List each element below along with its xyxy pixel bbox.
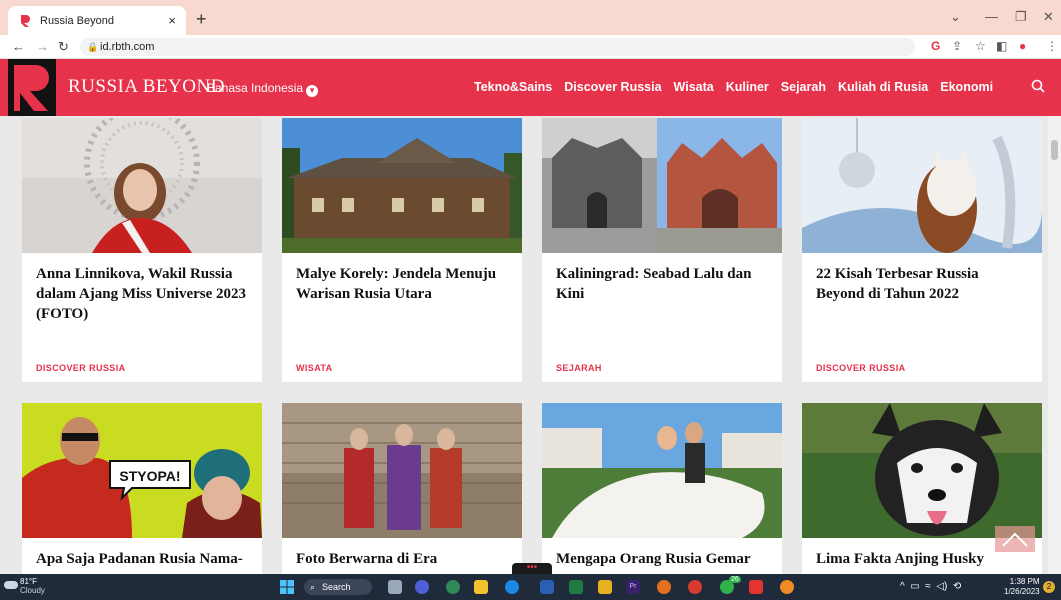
nav-item-discover-russia[interactable]: Discover Russia: [564, 80, 661, 94]
system-tray[interactable]: ^ ▭ ≈ ◁) ⟲: [900, 581, 961, 592]
article-title[interactable]: Malye Korely: Jendela Menuju Warisan Rus…: [296, 264, 510, 304]
site-logo-mark[interactable]: [8, 59, 56, 116]
article-grid: Anna Linnikova, Wakil Russia dalam Ajang…: [0, 116, 1048, 574]
chevron-up-icon: [1002, 532, 1028, 547]
article-card[interactable]: Foto Berwarna di Era: [282, 403, 522, 574]
whatsapp-badge: 26: [729, 576, 741, 583]
url-bar[interactable]: 🔒 id.rbth.com: [80, 38, 915, 56]
file-viewer-icon[interactable]: [388, 580, 402, 594]
r-logo-icon: [14, 65, 49, 111]
article-title[interactable]: Kaliningrad: Seabad Lalu dan Kini: [556, 264, 770, 304]
tab-close-icon[interactable]: ×: [168, 13, 176, 28]
file-explorer-icon[interactable]: [474, 580, 488, 594]
russia-beyond-favicon-icon: [21, 14, 30, 27]
sticky-notes-icon[interactable]: [598, 580, 612, 594]
nav-item-kuliner[interactable]: Kuliner: [726, 80, 769, 94]
article-category[interactable]: SEJARAH: [556, 363, 602, 373]
article-card[interactable]: 22 Kisah Terbesar Russia Beyond di Tahun…: [802, 118, 1042, 382]
taskbar-search[interactable]: ⌕ Search: [304, 579, 372, 595]
side-panel-icon[interactable]: ◧: [996, 39, 1007, 53]
article-card[interactable]: Kaliningrad: Seabad Lalu dan Kini SEJARA…: [542, 118, 782, 382]
article-card[interactable]: Malye Korely: Jendela Menuju Warisan Rus…: [282, 118, 522, 382]
windows-start-icon[interactable]: [280, 580, 294, 594]
tab-title: Russia Beyond: [40, 14, 114, 27]
article-title[interactable]: 22 Kisah Terbesar Russia Beyond di Tahun…: [816, 264, 1030, 304]
forward-arrow-icon[interactable]: →: [36, 39, 49, 54]
article-card[interactable]: STYOPA! Apa Saja Padanan Rusia Nama-: [22, 403, 262, 574]
article-title[interactable]: Mengapa Orang Rusia Gemar: [556, 549, 770, 569]
menu-kebab-icon[interactable]: ⋮: [1046, 39, 1058, 53]
article-image: [542, 118, 782, 253]
article-image: [282, 118, 522, 253]
cloud-icon: [4, 581, 18, 589]
chrome-alt-icon[interactable]: [780, 580, 794, 594]
language-selector[interactable]: Bahasa Indonesia ▼: [207, 81, 319, 97]
browser-tab[interactable]: Russia Beyond ×: [8, 6, 186, 35]
article-card[interactable]: Mengapa Orang Rusia Gemar: [542, 403, 782, 574]
windows-taskbar: 81°F Cloudy ⌕ Search Pr 26 ^ ▭ ≈ ◁) ⟲ 1:…: [0, 574, 1061, 600]
wps-office-icon[interactable]: [749, 580, 763, 594]
google-extension-icon[interactable]: G: [931, 39, 940, 53]
chevron-down-icon: ▼: [306, 85, 319, 97]
article-image: [802, 403, 1042, 538]
lock-icon: 🔒: [87, 42, 99, 52]
clock-time: 1:38 PM: [1009, 577, 1040, 586]
nav-item-sejarah[interactable]: Sejarah: [781, 80, 826, 94]
speech-bubble-text: STYOPA!: [119, 468, 180, 484]
minimize-button[interactable]: —: [985, 9, 998, 24]
notification-badge[interactable]: 2: [1043, 581, 1055, 593]
article-category[interactable]: WISATA: [296, 363, 333, 373]
share-icon[interactable]: ⇪: [952, 39, 962, 53]
clock-date: 1/26/2023: [1004, 587, 1040, 596]
excel-icon[interactable]: [569, 580, 583, 594]
bookmark-star-icon[interactable]: ☆: [975, 39, 986, 53]
article-image: STYOPA!: [22, 403, 262, 538]
reload-icon[interactable]: ↻: [58, 39, 69, 55]
profile-avatar-icon[interactable]: ●: [1019, 39, 1026, 53]
article-card[interactable]: Anna Linnikova, Wakil Russia dalam Ajang…: [22, 118, 262, 382]
article-category[interactable]: DISCOVER RUSSIA: [816, 363, 906, 373]
nav-item-wisata[interactable]: Wisata: [674, 80, 714, 94]
address-toolbar: ← → ↻ 🔒 id.rbth.com G ⇪ ☆ ◧ ● ⋮: [0, 35, 1061, 59]
search-icon: ⌕: [310, 582, 316, 592]
nav-item-tekno-sains[interactable]: Tekno&Sains: [474, 80, 552, 94]
nav-item-kuliah-di-rusia[interactable]: Kuliah di Rusia: [838, 80, 928, 94]
article-title[interactable]: Anna Linnikova, Wakil Russia dalam Ajang…: [36, 264, 250, 324]
taskbar-clock[interactable]: 1:38 PM 1/26/2023: [1004, 577, 1040, 597]
restore-button[interactable]: ❐: [1015, 9, 1027, 25]
article-image: [282, 403, 522, 538]
word-icon[interactable]: [540, 580, 554, 594]
search-icon[interactable]: [1031, 79, 1045, 93]
taskbar-search-label: Search: [322, 582, 351, 592]
article-image: [22, 118, 262, 253]
new-tab-button[interactable]: +: [196, 9, 207, 30]
weather-temp: 81°F: [20, 577, 37, 586]
site-logo-text[interactable]: RUSSIA BEYOND: [68, 76, 225, 98]
edge-icon[interactable]: [505, 580, 519, 594]
main-nav: Tekno&Sains Discover Russia Wisata Kulin…: [474, 80, 993, 94]
chat-icon[interactable]: [415, 580, 429, 594]
xbox-icon[interactable]: [446, 580, 460, 594]
tab-search-icon[interactable]: ⌄: [950, 9, 961, 25]
scrollbar-thumb[interactable]: [1051, 140, 1058, 160]
article-title[interactable]: Apa Saja Padanan Rusia Nama-: [36, 549, 250, 569]
nav-item-ekonomi[interactable]: Ekonomi: [940, 80, 993, 94]
premiere-pro-icon[interactable]: Pr: [626, 580, 640, 594]
chrome-profile-icon[interactable]: [688, 580, 702, 594]
page-scrollbar[interactable]: [1048, 116, 1061, 574]
back-to-top-button[interactable]: [995, 526, 1035, 552]
weather-widget[interactable]: 81°F Cloudy: [4, 577, 45, 595]
browser-tab-strip: Russia Beyond × + ⌄ — ❐ ✕: [0, 0, 1061, 35]
weather-desc: Cloudy: [20, 586, 45, 595]
site-header: RUSSIA BEYOND Bahasa Indonesia ▼ Tekno&Sa…: [0, 59, 1061, 116]
article-image: [542, 403, 782, 538]
close-window-button[interactable]: ✕: [1043, 9, 1054, 25]
chrome-icon[interactable]: [657, 580, 671, 594]
article-image: [802, 118, 1042, 253]
url-text: id.rbth.com: [100, 41, 155, 53]
back-arrow-icon[interactable]: ←: [12, 39, 25, 54]
article-title[interactable]: Foto Berwarna di Era: [296, 549, 510, 569]
article-category[interactable]: DISCOVER RUSSIA: [36, 363, 126, 373]
language-label: Bahasa Indonesia: [207, 81, 304, 95]
